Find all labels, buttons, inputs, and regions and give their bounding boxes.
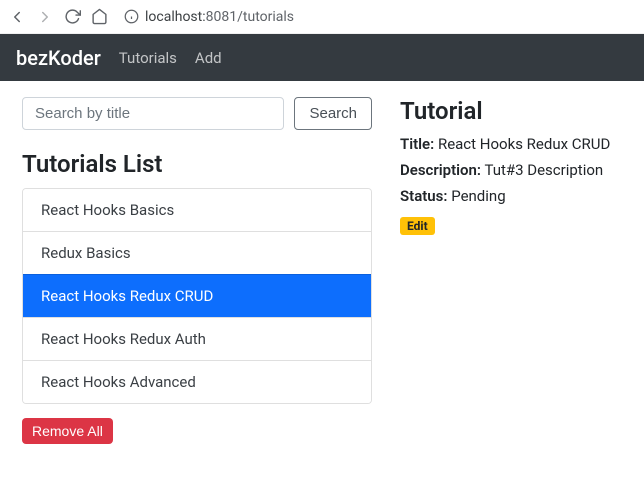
nav-link-add[interactable]: Add <box>195 49 222 67</box>
search-button[interactable]: Search <box>294 97 372 130</box>
main-container: Search Tutorials List React Hooks Basics… <box>0 81 644 460</box>
reload-icon[interactable] <box>64 8 81 25</box>
info-icon <box>124 9 139 24</box>
right-column: Tutorial Title: React Hooks Redux CRUD D… <box>400 97 622 444</box>
browser-toolbar: localhost:8081/tutorials <box>0 0 644 34</box>
remove-all-button[interactable]: Remove All <box>22 418 113 444</box>
navbar: bezKoder Tutorials Add <box>0 34 644 81</box>
detail-status: Status: Pending <box>400 187 622 205</box>
list-item[interactable]: Redux Basics <box>23 231 371 274</box>
description-label: Description: <box>400 161 481 179</box>
status-label: Status: <box>400 187 447 205</box>
list-heading: Tutorials List <box>22 150 372 178</box>
url-text: localhost:8081/tutorials <box>145 9 294 25</box>
list-item[interactable]: React Hooks Basics <box>23 189 371 231</box>
search-input[interactable] <box>22 97 284 130</box>
search-row: Search <box>22 97 372 130</box>
brand[interactable]: bezKoder <box>16 46 101 70</box>
back-icon[interactable] <box>8 8 26 26</box>
forward-icon[interactable] <box>36 8 54 26</box>
detail-description: Description: Tut#3 Description <box>400 161 622 179</box>
nav-link-tutorials[interactable]: Tutorials <box>119 49 177 67</box>
home-icon[interactable] <box>91 8 108 25</box>
tutorials-list: React Hooks Basics Redux Basics React Ho… <box>22 188 372 404</box>
title-value: React Hooks Redux CRUD <box>438 135 610 153</box>
edit-button[interactable]: Edit <box>400 217 435 235</box>
detail-heading: Tutorial <box>400 97 622 125</box>
status-value: Pending <box>451 187 505 205</box>
list-item[interactable]: React Hooks Advanced <box>23 360 371 403</box>
detail-title: Title: React Hooks Redux CRUD <box>400 135 622 153</box>
list-item[interactable]: React Hooks Redux CRUD <box>23 274 371 317</box>
left-column: Search Tutorials List React Hooks Basics… <box>22 97 372 444</box>
title-label: Title: <box>400 135 434 153</box>
address-bar[interactable]: localhost:8081/tutorials <box>124 9 294 25</box>
description-value: Tut#3 Description <box>484 161 603 179</box>
list-item[interactable]: React Hooks Redux Auth <box>23 317 371 360</box>
